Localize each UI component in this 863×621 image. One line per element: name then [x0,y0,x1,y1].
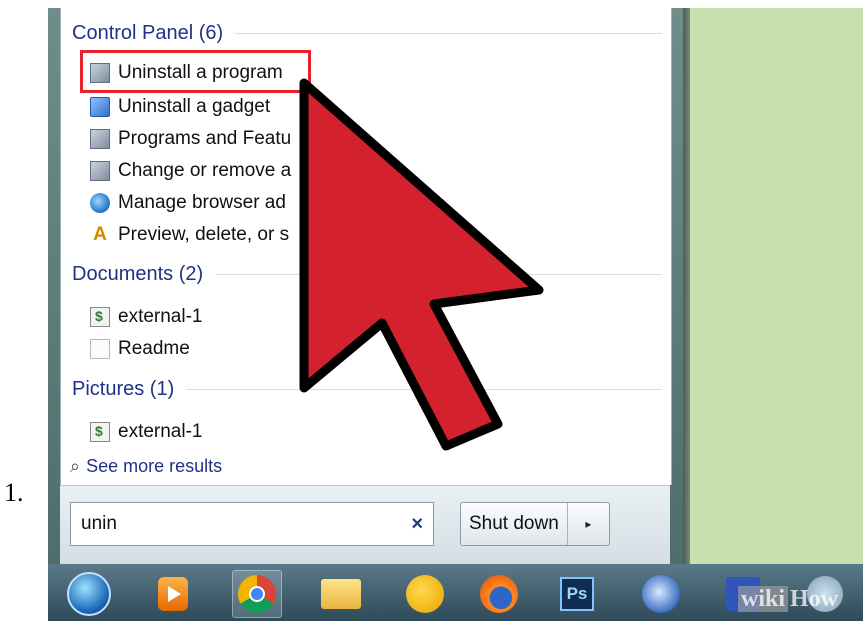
red-pointer-arrow-icon [299,78,544,451]
arrow-shape [299,78,544,451]
